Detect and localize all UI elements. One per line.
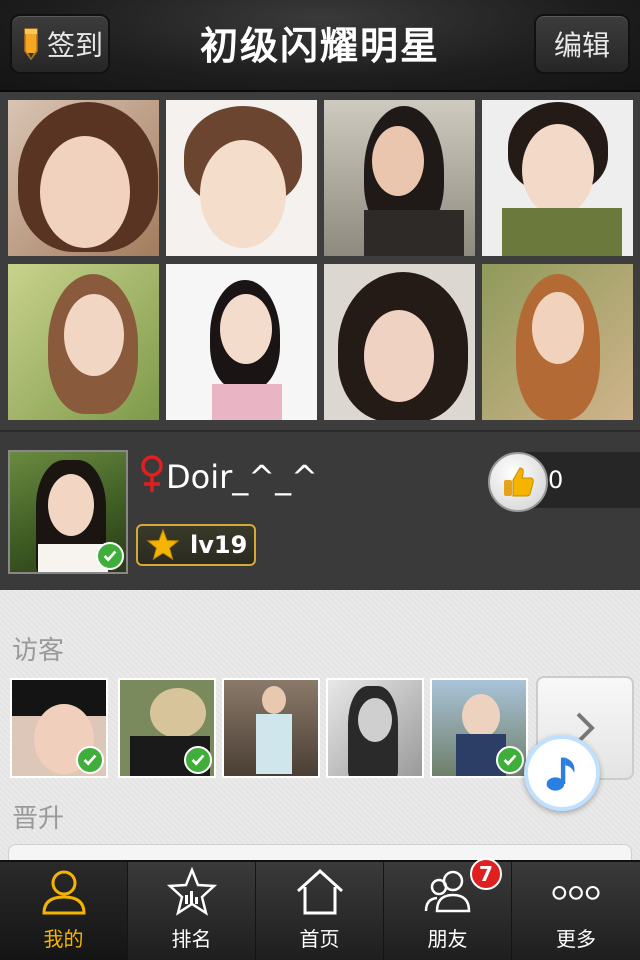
- tab-mine[interactable]: 我的: [0, 862, 128, 960]
- like-count: 0: [548, 466, 564, 494]
- checkin-label: 签到: [46, 29, 103, 62]
- level-label: lv19: [190, 531, 248, 559]
- visitor-4[interactable]: [326, 678, 424, 778]
- photo-6[interactable]: [166, 264, 317, 420]
- edit-button[interactable]: 编辑: [534, 14, 630, 74]
- photo-3[interactable]: [324, 100, 475, 256]
- verified-check-icon: [96, 542, 124, 570]
- photo-5[interactable]: [8, 264, 159, 420]
- pencil-icon: [24, 28, 38, 61]
- tab-bar: 我的 排名 首页 朋友 更多: [0, 860, 640, 960]
- tab-label: 朋友: [427, 927, 468, 951]
- verified-check-icon: [184, 746, 212, 774]
- thumbs-up-icon: [504, 467, 534, 497]
- friends-icon: [424, 870, 470, 913]
- more-icon: [552, 885, 600, 900]
- tab-label: 排名: [171, 927, 212, 951]
- page-title: 初级闪耀明星: [199, 24, 440, 68]
- content-area: 访客 晋升: [0, 590, 640, 864]
- visitors-label: 访客: [12, 636, 65, 666]
- tab-home[interactable]: 首页: [256, 862, 384, 960]
- person-icon: [41, 870, 86, 915]
- photo-1[interactable]: [8, 100, 159, 256]
- app-screen: 签到 初级闪耀明星 编辑 Doir_^_^ lv19 0 访客 晋升 我的 排名…: [0, 0, 640, 960]
- visitor-2[interactable]: [118, 678, 216, 778]
- home-icon: [296, 868, 343, 915]
- tab-label: 更多: [556, 927, 596, 951]
- level-badge: lv19: [136, 524, 256, 566]
- like-button[interactable]: [488, 452, 548, 512]
- visitor-3[interactable]: [222, 678, 320, 778]
- tab-label: 我的: [43, 927, 84, 951]
- verified-check-icon: [496, 746, 524, 774]
- profile-panel: Doir_^_^ lv19 0: [0, 430, 640, 590]
- checkin-button[interactable]: 签到: [10, 14, 110, 74]
- visitor-5[interactable]: [430, 678, 528, 778]
- header-bar: 签到 初级闪耀明星 编辑: [0, 0, 640, 92]
- photo-8[interactable]: [482, 264, 633, 420]
- star-ranking-icon: [166, 867, 217, 916]
- promotion-label: 晋升: [12, 804, 65, 834]
- tab-ranking[interactable]: 排名: [128, 862, 256, 960]
- photo-grid: [0, 92, 640, 430]
- verified-check-icon: [76, 746, 104, 774]
- music-note-icon: [546, 757, 575, 791]
- photo-4[interactable]: [482, 100, 633, 256]
- visitor-1[interactable]: [10, 678, 108, 778]
- avatar[interactable]: [8, 450, 128, 574]
- tab-more[interactable]: 更多: [512, 862, 640, 960]
- female-icon: [141, 455, 163, 492]
- music-button[interactable]: [524, 735, 600, 811]
- star-icon: [146, 528, 180, 561]
- friends-badge: 7: [470, 858, 502, 890]
- username: Doir_^_^: [166, 458, 318, 496]
- photo-2[interactable]: [166, 100, 317, 256]
- photo-7[interactable]: [324, 264, 475, 420]
- tab-label: 首页: [299, 927, 340, 951]
